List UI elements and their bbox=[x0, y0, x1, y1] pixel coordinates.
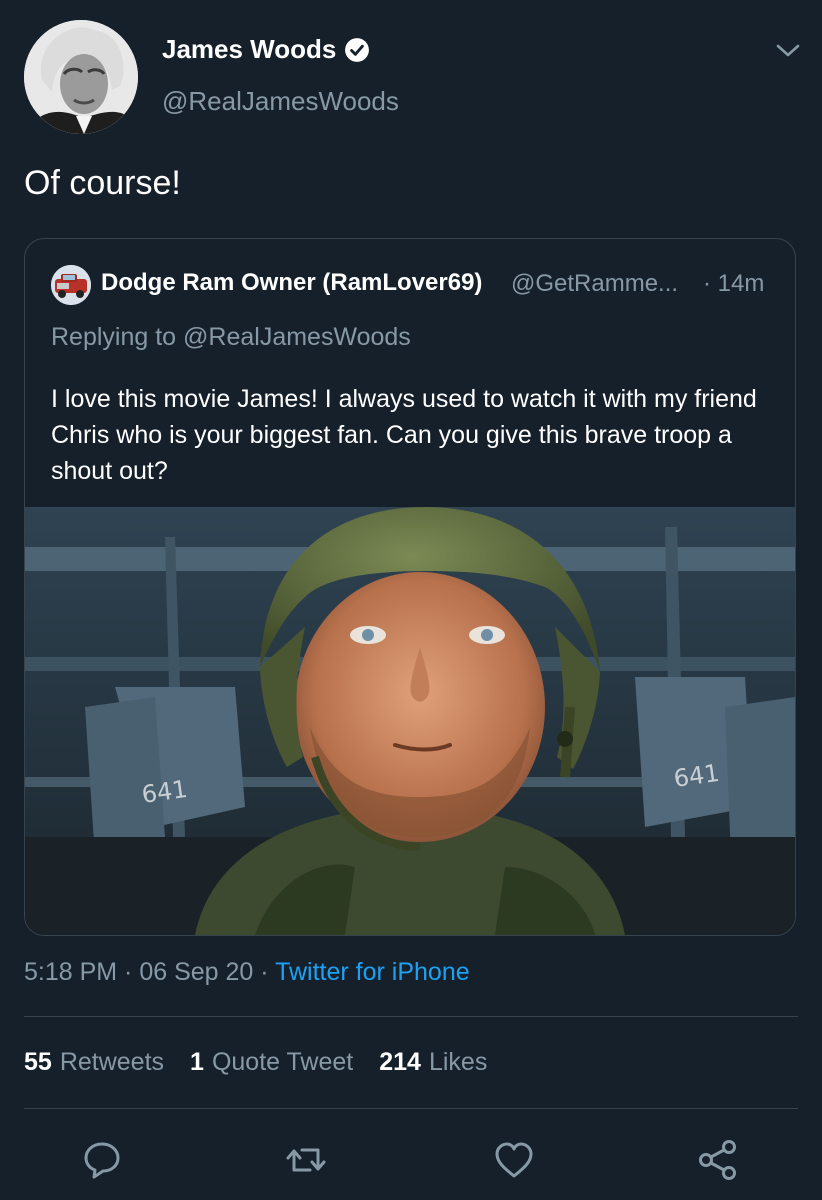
verified-badge-icon bbox=[345, 37, 370, 62]
quoted-author-avatar[interactable] bbox=[51, 265, 91, 305]
tweet-date: 06 Sep 20 bbox=[139, 958, 254, 986]
author-display-name: James Woods bbox=[162, 34, 337, 64]
author-avatar[interactable] bbox=[24, 20, 138, 134]
soldier-photo: 641 641 bbox=[25, 507, 795, 935]
meta-separator: · bbox=[253, 958, 276, 986]
replying-to-label: Replying to @RealJamesWoods bbox=[51, 323, 411, 351]
chevron-down-icon[interactable] bbox=[772, 34, 804, 66]
author-avatar-image bbox=[24, 20, 138, 134]
like-icon[interactable] bbox=[492, 1138, 536, 1182]
tweet-text: Of course! bbox=[24, 164, 181, 202]
truck-avatar-image bbox=[51, 265, 91, 305]
divider bbox=[24, 1016, 798, 1017]
quoted-tweet-time: · 14m bbox=[703, 270, 765, 297]
quoted-tweet-photo[interactable]: 641 641 bbox=[25, 507, 795, 935]
tweet-time: 5:18 PM bbox=[24, 958, 118, 986]
quoted-author-handle: @GetRamme... bbox=[511, 270, 679, 297]
likes-label: Likes bbox=[428, 1048, 488, 1076]
quote-tweets-count: 1 bbox=[190, 1048, 204, 1076]
retweets-stat[interactable]: 55 Retweets bbox=[24, 1048, 164, 1077]
retweet-icon[interactable] bbox=[284, 1138, 328, 1182]
reply-icon[interactable] bbox=[80, 1138, 124, 1182]
share-icon[interactable] bbox=[696, 1138, 740, 1182]
quoted-author-name: Dodge Ram Owner (RamLover69) bbox=[101, 269, 483, 296]
author-handle[interactable]: @RealJamesWoods bbox=[162, 86, 399, 117]
retweets-count: 55 bbox=[24, 1048, 52, 1076]
tweet-source-link[interactable]: Twitter for iPhone bbox=[275, 958, 470, 986]
quote-tweets-label: Quote Tweet bbox=[211, 1048, 354, 1076]
tweet-stats: 55 Retweets 1 Quote Tweet 214 Likes bbox=[24, 1048, 487, 1077]
likes-count: 214 bbox=[379, 1048, 421, 1076]
author-name[interactable]: James Woods bbox=[162, 34, 370, 65]
divider bbox=[24, 1108, 798, 1109]
retweets-label: Retweets bbox=[59, 1048, 165, 1076]
tweet-detail: James Woods @RealJamesWoods Of course! D… bbox=[0, 0, 822, 1200]
meta-separator: · bbox=[117, 958, 140, 986]
quoted-tweet-text: I love this movie James! I always used t… bbox=[51, 385, 757, 485]
quote-tweets-stat[interactable]: 1 Quote Tweet bbox=[190, 1048, 353, 1077]
tweet-meta: 5:18 PM · 06 Sep 20 · Twitter for iPhone bbox=[24, 958, 470, 987]
likes-stat[interactable]: 214 Likes bbox=[379, 1048, 487, 1077]
quoted-tweet-card[interactable]: Dodge Ram Owner (RamLover69) @GetRamme..… bbox=[24, 238, 796, 936]
